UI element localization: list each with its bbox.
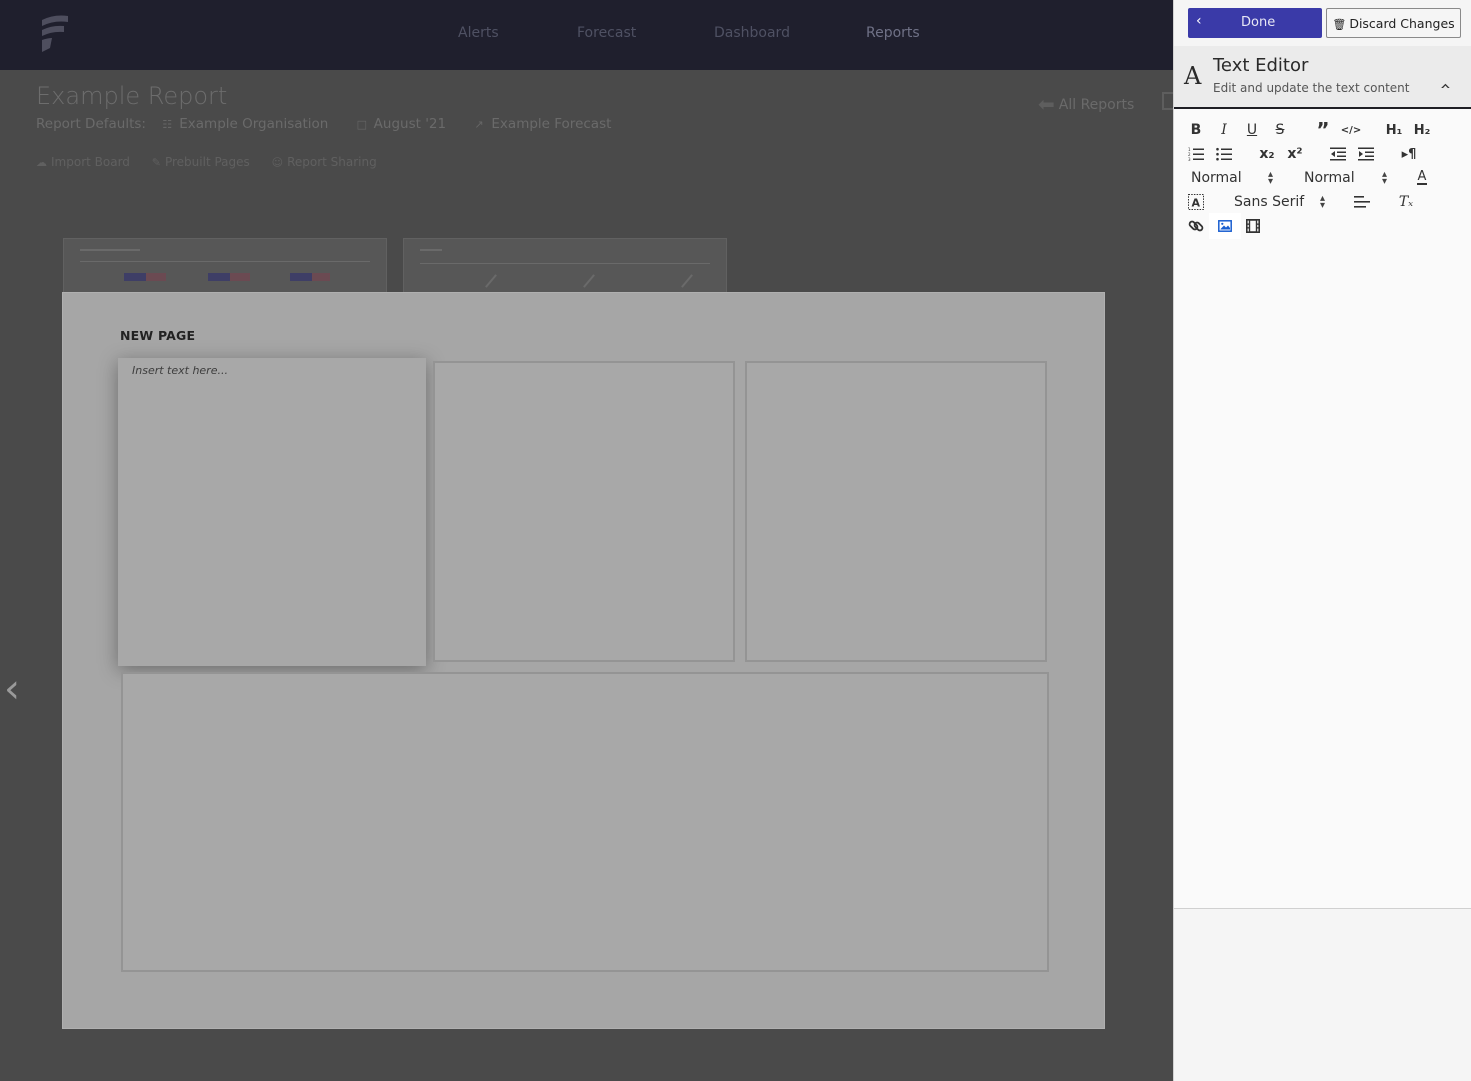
all-reports-label: All Reports (1058, 97, 1135, 113)
heading-1-button[interactable]: H₁ (1383, 119, 1405, 141)
ordered-list-icon[interactable]: 123 (1185, 143, 1207, 165)
bold-button[interactable]: B (1185, 119, 1207, 141)
panel-footer (1174, 909, 1471, 1081)
page-thumbnail[interactable] (63, 238, 387, 294)
cloud-upload-icon: ☁ (36, 156, 47, 169)
previous-page-chevron-icon[interactable]: ‹ (4, 666, 20, 712)
outdent-icon[interactable] (1327, 143, 1349, 165)
organisation-selector[interactable]: ☷ Example Organisation (162, 116, 340, 132)
report-workspace: Example Report Report Defaults: ☷ Example… (0, 70, 1173, 1081)
select-arrows-icon: ▴ ▾ (1320, 193, 1326, 211)
app-logo-icon[interactable] (36, 12, 72, 56)
line-chart-icon: ↗ (474, 118, 484, 131)
underline-button[interactable]: U (1241, 119, 1263, 141)
superscript-button[interactable]: x² (1284, 143, 1306, 165)
subscript-button[interactable]: x₂ (1256, 143, 1278, 165)
empty-block-cell[interactable] (433, 361, 735, 662)
nav-reports[interactable]: Reports (866, 25, 920, 41)
text-color-icon[interactable]: A (1411, 167, 1433, 189)
strikethrough-button[interactable]: S (1269, 119, 1291, 141)
page-thumbnail[interactable] (403, 238, 727, 294)
select-arrows-icon: ▴ ▾ (1268, 169, 1274, 187)
bullet-list-icon[interactable] (1213, 143, 1235, 165)
users-icon: ☺ (271, 156, 284, 169)
document-icon[interactable] (1162, 92, 1173, 110)
discard-label: Discard Changes (1349, 15, 1455, 31)
calendar-icon: □ (356, 118, 368, 131)
import-board-button[interactable]: ☁ Import Board (36, 155, 130, 169)
text-block-cell[interactable]: Insert text here... (118, 358, 426, 666)
done-button[interactable]: ‹ Done (1188, 8, 1322, 38)
report-sharing-label: Report Sharing (287, 155, 377, 169)
report-sharing-button[interactable]: ☺ Report Sharing (272, 155, 377, 169)
font-icon: A (1184, 62, 1202, 90)
nav-forecast[interactable]: Forecast (577, 25, 636, 41)
collapse-chevron-up-icon[interactable]: ‸ (1441, 64, 1450, 88)
text-placeholder[interactable]: Insert text here... (132, 364, 228, 377)
editor-subtitle: Edit and update the text content (1213, 81, 1410, 95)
editor-side-panel: ‹ Done 🗑 Discard Changes A Text Editor Ed… (1173, 0, 1471, 1081)
chevron-left-icon: ‹ (1196, 13, 1202, 29)
font-family-value: Sans Serif (1234, 194, 1305, 210)
all-reports-link[interactable]: ⬅ All Reports (1038, 92, 1134, 116)
prebuilt-pages-button[interactable]: ✎ Prebuilt Pages (152, 155, 250, 169)
pencil-icon: ✎ (151, 156, 161, 169)
organisation-label: Example Organisation (179, 116, 329, 132)
italic-button[interactable]: I (1213, 119, 1235, 141)
clear-formatting-button[interactable]: Tₓ (1395, 191, 1417, 213)
blockquote-button[interactable]: ” (1312, 118, 1334, 142)
size-select[interactable]: Normal ▴ ▾ (1304, 169, 1399, 187)
page-title[interactable]: NEW PAGE (120, 328, 195, 343)
report-page-canvas: NEW PAGE Insert text here... (62, 292, 1105, 1029)
empty-block-cell[interactable] (745, 361, 1047, 662)
period-selector[interactable]: □ August '21 (357, 116, 458, 132)
forecast-label: Example Forecast (491, 116, 612, 132)
forecast-selector[interactable]: ↗ Example Forecast (474, 116, 623, 132)
nav-alerts[interactable]: Alerts (458, 25, 499, 41)
font-family-select[interactable]: Sans Serif ▴ ▾ (1234, 193, 1329, 211)
svg-text:A: A (1192, 197, 1201, 210)
select-arrows-icon: ▴ ▾ (1382, 169, 1388, 187)
link-icon[interactable] (1185, 215, 1207, 237)
background-color-icon[interactable]: A (1185, 191, 1207, 213)
period-label: August '21 (373, 116, 447, 132)
trash-icon: 🗑 (1332, 17, 1347, 31)
import-board-label: Import Board (51, 155, 130, 169)
panel-actions: ‹ Done 🗑 Discard Changes (1174, 0, 1471, 46)
editor-title: Text Editor (1213, 55, 1309, 76)
discard-changes-button[interactable]: 🗑 Discard Changes (1326, 8, 1461, 38)
svg-text:3: 3 (1188, 157, 1191, 161)
empty-block-cell[interactable] (121, 672, 1049, 972)
code-block-button[interactable]: </> (1340, 119, 1362, 141)
top-navigation-bar: Alerts Forecast Dashboard Reports (0, 0, 1173, 70)
video-icon[interactable] (1242, 215, 1264, 237)
text-direction-button[interactable]: ▸¶ (1398, 143, 1420, 165)
size-select-value: Normal (1304, 170, 1355, 186)
report-actions: ☁ Import Board ✎ Prebuilt Pages ☺ Report Sh… (36, 155, 395, 169)
prebuilt-pages-label: Prebuilt Pages (164, 155, 250, 169)
report-defaults-label: Report Defaults: (36, 116, 146, 132)
nav-dashboard[interactable]: Dashboard (714, 25, 790, 41)
org-chart-icon: ☷ (162, 118, 173, 131)
report-defaults: Report Defaults: ☷ Example Organisation □… (36, 116, 635, 132)
header-select[interactable]: Normal ▴ ▾ (1191, 169, 1286, 187)
image-icon[interactable] (1214, 215, 1236, 237)
done-label: Done (1241, 15, 1276, 30)
heading-2-button[interactable]: H₂ (1411, 119, 1433, 141)
arrow-left-icon: ⬅ (1038, 92, 1055, 116)
header-select-value: Normal (1191, 170, 1242, 186)
align-left-icon[interactable] (1351, 191, 1373, 213)
text-editor-header: A Text Editor Edit and update the text c… (1174, 46, 1471, 109)
indent-icon[interactable] (1355, 143, 1377, 165)
report-title: Example Report (36, 82, 228, 110)
